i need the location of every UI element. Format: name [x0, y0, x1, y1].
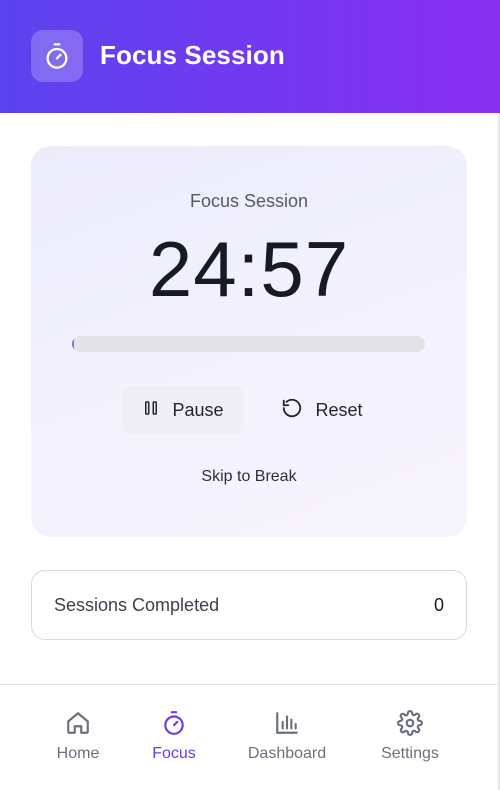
reset-icon [281, 397, 303, 424]
bottom-nav: Home Focus Dashboard Settings [0, 684, 498, 790]
nav-label-dashboard: Dashboard [247, 745, 327, 762]
app-header: Focus Session [0, 0, 500, 113]
nav-label-focus: Focus [152, 745, 196, 762]
bar-chart-icon [273, 709, 301, 737]
progress-bar-fill [72, 336, 74, 352]
pause-button[interactable]: Pause [122, 386, 244, 434]
pause-icon [142, 399, 160, 422]
page-title: Focus Session [100, 40, 285, 70]
stopwatch-icon [160, 709, 188, 737]
nav-label-home: Home [56, 745, 100, 762]
nav-item-settings[interactable]: Settings [360, 709, 460, 763]
timer-display: 24:57 [148, 225, 350, 313]
pause-button-label: Pause [172, 399, 224, 420]
nav-item-home[interactable]: Home [28, 709, 128, 763]
home-icon [64, 709, 92, 737]
sessions-completed-count: 0 [433, 594, 444, 615]
stopwatch-icon [31, 30, 83, 82]
gear-icon [396, 709, 424, 737]
timer-card: Focus Session 24:57 Pause Reset Skip to … [31, 146, 467, 537]
reset-button-label: Reset [315, 399, 363, 420]
app-window: Focus Session Focus Session 24:57 Pause [0, 0, 500, 790]
nav-item-focus[interactable]: Focus [124, 709, 224, 763]
progress-bar [72, 336, 425, 352]
skip-to-break-link[interactable]: Skip to Break [31, 468, 467, 486]
nav-label-settings: Settings [381, 745, 439, 762]
sessions-completed-card: Sessions Completed 0 [31, 570, 467, 640]
reset-button[interactable]: Reset [267, 386, 377, 434]
session-type-label: Focus Session [189, 191, 309, 211]
nav-item-dashboard[interactable]: Dashboard [237, 709, 337, 763]
sessions-completed-label: Sessions Completed [54, 594, 220, 615]
